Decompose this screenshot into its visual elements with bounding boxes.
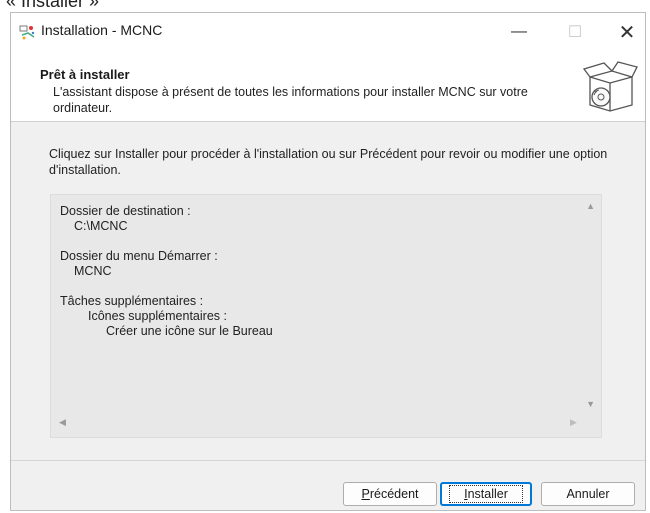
tasks-group: Icônes supplémentaires : — [88, 309, 227, 323]
page-title: Prêt à installer — [40, 67, 130, 82]
dest-label: Dossier de destination : — [60, 204, 191, 218]
startmenu-value: MCNC — [74, 264, 112, 278]
caption-text: « Installer » — [6, 0, 100, 11]
scroll-up-arrow-icon[interactable]: ▲ — [586, 201, 595, 211]
setup-app-icon — [19, 25, 35, 40]
install-button[interactable]: Installer — [440, 482, 532, 506]
tasks-item: Créer une icône sur le Bureau — [106, 324, 273, 338]
close-button[interactable]: ✕ — [607, 17, 647, 47]
ready-memo[interactable]: Dossier de destination : C:\MCNC Dossier … — [50, 194, 602, 438]
scroll-left-arrow-icon[interactable]: ◀ — [59, 417, 66, 428]
installer-window: Installation - MCNC — ☐ ✕ Prêt à install… — [10, 12, 646, 511]
startmenu-label: Dossier du menu Démarrer : — [60, 249, 218, 263]
tasks-label: Tâches supplémentaires : — [60, 294, 204, 308]
instructions-text: Cliquez sur Installer pour procéder à l'… — [49, 147, 608, 177]
memo-content: Dossier de destination : C:\MCNC Dossier … — [60, 204, 273, 339]
previous-button[interactable]: Précédent — [343, 482, 437, 506]
dest-value: C:\MCNC — [74, 219, 128, 233]
scroll-right-arrow-icon[interactable]: ▶ — [570, 417, 577, 428]
maximize-button[interactable]: ☐ — [555, 17, 595, 47]
page-subtitle: L'assistant dispose à présent de toutes … — [53, 85, 528, 115]
title-bar[interactable]: Installation - MCNC — ☐ ✕ — [11, 13, 645, 51]
install-box-icon — [582, 61, 638, 112]
scroll-down-arrow-icon[interactable]: ▼ — [586, 399, 595, 409]
wizard-header: Prêt à installer L'assistant dispose à p… — [11, 51, 645, 122]
minimize-button[interactable]: — — [499, 17, 539, 47]
footer-divider — [11, 460, 645, 461]
window-title: Installation - MCNC — [41, 22, 163, 38]
cancel-button[interactable]: Annuler — [541, 482, 635, 506]
